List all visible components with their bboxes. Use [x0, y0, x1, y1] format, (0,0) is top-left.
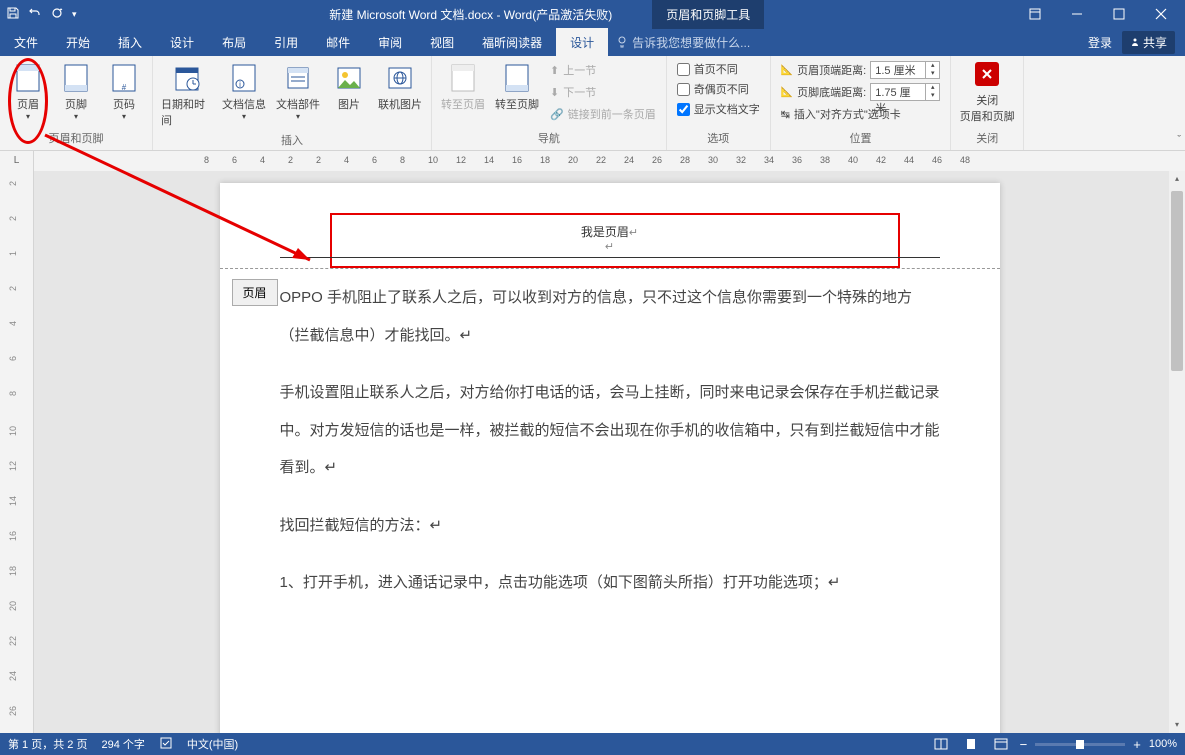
tab-mailings[interactable]: 邮件	[312, 28, 364, 56]
footer-button[interactable]: 页脚 ▾	[54, 60, 98, 123]
header-top-distance[interactable]: 📐 页眉顶端距离: 1.5 厘米▴▾	[777, 60, 945, 80]
zoom-level[interactable]: 100%	[1149, 738, 1177, 750]
tab-layout[interactable]: 布局	[208, 28, 260, 56]
svg-text:#: #	[122, 83, 127, 92]
goto-footer-button[interactable]: 转至页脚	[492, 60, 542, 114]
read-mode-icon[interactable]	[930, 736, 952, 752]
tab-design[interactable]: 设计	[156, 28, 208, 56]
group-label-options: 选项	[673, 128, 764, 150]
diff-odd-even-checkbox[interactable]: 奇偶页不同	[673, 80, 764, 98]
web-layout-icon[interactable]	[990, 736, 1012, 752]
next-section-button: ⬇下一节	[546, 82, 660, 102]
redo-icon[interactable]	[50, 6, 64, 23]
horizontal-ruler[interactable]: 8642246810121416182022242628303234363840…	[34, 151, 1185, 171]
doc-parts-button[interactable]: 文档部件 ▾	[273, 60, 323, 123]
status-words[interactable]: 294 个字	[101, 736, 144, 752]
tab-review[interactable]: 审阅	[364, 28, 416, 56]
share-button[interactable]: 共享	[1122, 31, 1175, 54]
tab-home[interactable]: 开始	[52, 28, 104, 56]
ribbon-display-icon[interactable]	[1015, 0, 1055, 28]
context-tab: 页眉和页脚工具	[652, 0, 764, 29]
online-picture-button[interactable]: 联机图片	[375, 60, 425, 114]
zoom-in-button[interactable]: +	[1133, 737, 1141, 752]
show-doc-text-checkbox[interactable]: 显示文档文字	[673, 100, 764, 118]
scroll-up-icon[interactable]: ▴	[1169, 171, 1185, 187]
vertical-scrollbar[interactable]: ▴ ▾	[1169, 171, 1185, 733]
chevron-down-icon: ▾	[122, 112, 126, 121]
document-area[interactable]: 我是页眉↵ ↵ 页眉 OPPO 手机阻止了联系人之后，可以收到对方的信息，只不过…	[34, 171, 1185, 733]
login-link[interactable]: 登录	[1088, 34, 1112, 51]
doc-info-button[interactable]: i 文档信息 ▾	[219, 60, 269, 123]
tab-foxit[interactable]: 福昕阅读器	[468, 28, 556, 56]
header-text[interactable]: 我是页眉↵	[280, 223, 940, 240]
tab-references[interactable]: 引用	[260, 28, 312, 56]
header-tag: 页眉	[232, 279, 278, 306]
page: 我是页眉↵ ↵ 页眉 OPPO 手机阻止了联系人之后，可以收到对方的信息，只不过…	[220, 183, 1000, 733]
tab-file[interactable]: 文件	[0, 28, 52, 56]
status-proof-icon[interactable]	[159, 736, 173, 753]
maximize-button[interactable]	[1099, 0, 1139, 28]
svg-text:i: i	[239, 80, 241, 89]
window-title: 新建 Microsoft Word 文档.docx - Word(产品激活失败)	[329, 6, 612, 23]
chevron-down-icon: ▾	[296, 112, 300, 121]
group-label-insert: 插入	[159, 130, 425, 152]
link-prev-button: 🔗链接到前一条页眉	[546, 104, 660, 124]
collapse-ribbon-icon[interactable]: ˇ	[1177, 134, 1181, 146]
tab-insert[interactable]: 插入	[104, 28, 156, 56]
diff-first-checkbox[interactable]: 首页不同	[673, 60, 764, 78]
scroll-down-icon[interactable]: ▾	[1169, 717, 1185, 733]
save-icon[interactable]	[6, 6, 20, 23]
tab-view[interactable]: 视图	[416, 28, 468, 56]
group-label-header-footer: 页眉和页脚	[6, 128, 146, 150]
zoom-slider[interactable]	[1035, 743, 1125, 746]
goto-header-button: 转至页眉	[438, 60, 488, 114]
vertical-ruler[interactable]: 2212468101214161820222426	[0, 171, 34, 733]
insert-align-tab-button[interactable]: ↹插入"对齐方式"选项卡	[777, 104, 945, 124]
status-lang[interactable]: 中文(中国)	[187, 736, 238, 752]
prev-section-button: ⬆上一节	[546, 60, 660, 80]
print-layout-icon[interactable]	[960, 736, 982, 752]
group-label-nav: 导航	[438, 128, 660, 150]
group-label-close: 关闭	[957, 128, 1017, 150]
close-header-footer-button[interactable]: 关闭 页眉和页脚	[957, 60, 1017, 126]
tell-me-search[interactable]: 告诉我您想要做什么...	[608, 28, 1078, 56]
minimize-button[interactable]	[1057, 0, 1097, 28]
status-page[interactable]: 第 1 页，共 2 页	[8, 736, 87, 752]
chevron-down-icon: ▾	[242, 112, 246, 121]
zoom-out-button[interactable]: −	[1020, 737, 1028, 752]
group-label-position: 位置	[777, 128, 945, 150]
document-body[interactable]: OPPO 手机阻止了联系人之后，可以收到对方的信息，只不过这个信息你需要到一个特…	[220, 269, 1000, 612]
datetime-button[interactable]: 日期和时间	[159, 60, 215, 130]
footer-bottom-distance[interactable]: 📐 页脚底端距离: 1.75 厘米▴▾	[777, 82, 945, 102]
chevron-down-icon: ▾	[26, 112, 30, 121]
undo-icon[interactable]	[28, 6, 42, 23]
page-number-button[interactable]: # 页码 ▾	[102, 60, 146, 123]
tab-hf-design[interactable]: 设计	[556, 28, 608, 56]
close-button[interactable]	[1141, 0, 1181, 28]
header-button[interactable]: 页眉 ▾	[6, 60, 50, 123]
picture-button[interactable]: 图片	[327, 60, 371, 114]
scroll-thumb[interactable]	[1171, 191, 1183, 371]
chevron-down-icon: ▾	[74, 112, 78, 121]
ruler-corner[interactable]: L	[0, 151, 34, 171]
qat-more-icon[interactable]: ▾	[72, 9, 77, 20]
